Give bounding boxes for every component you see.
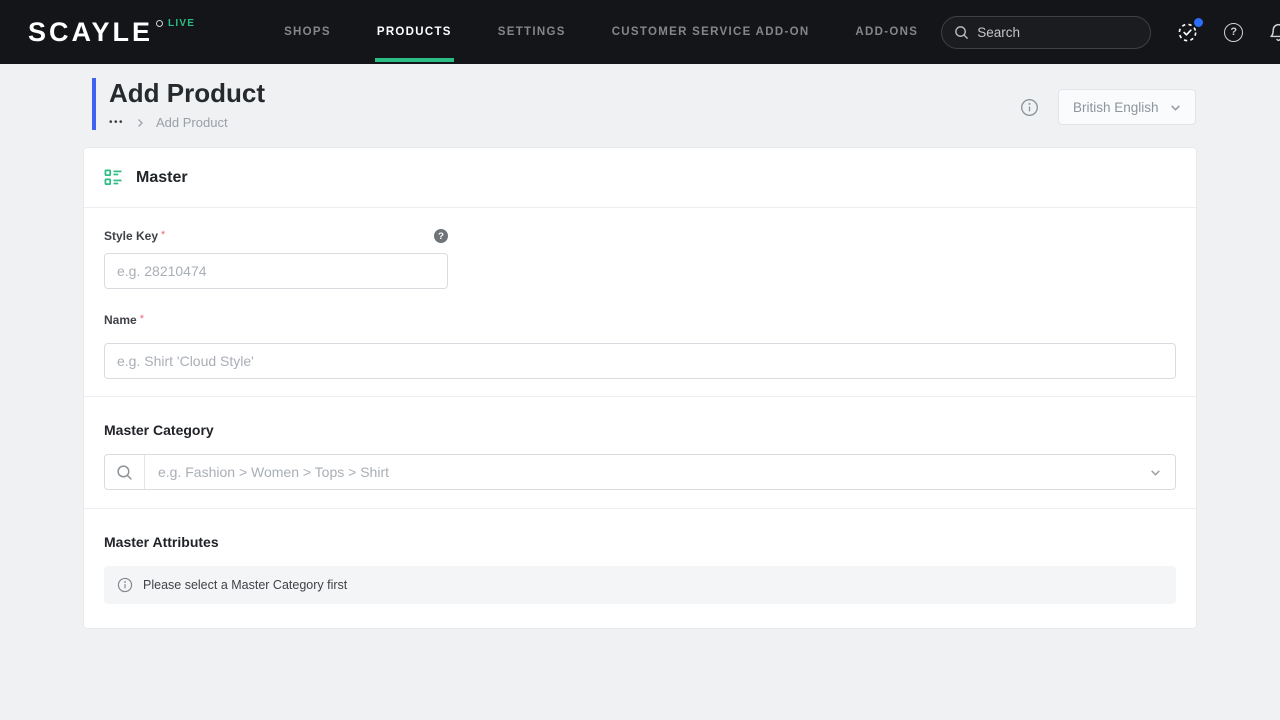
main-nav: SHOPS PRODUCTS SETTINGS CUSTOMER SERVICE…: [261, 0, 941, 64]
style-key-label: Style Key: [104, 229, 158, 243]
master-basic-section: Style Key* ? Name*: [84, 208, 1196, 397]
title-block: Add Product ••• Add Product: [92, 78, 265, 130]
header-right-tools: British English: [1020, 89, 1196, 125]
master-card-header: Master: [84, 148, 1196, 208]
chevron-down-icon[interactable]: [1149, 466, 1162, 479]
chevron-down-icon: [1169, 101, 1182, 114]
nav-item-customer-service-add-on[interactable]: CUSTOMER SERVICE ADD-ON: [589, 0, 833, 64]
main-content: Add Product ••• Add Product: [0, 64, 1280, 629]
category-search-icon: [105, 455, 145, 489]
master-section-icon: [104, 168, 123, 187]
master-category-label: Master Category: [104, 422, 1176, 438]
question-mark-icon: ?: [1224, 23, 1243, 42]
live-badge: LIVE: [168, 18, 195, 29]
nav-item-settings[interactable]: SETTINGS: [475, 0, 589, 64]
category-required-notice: Please select a Master Category first: [104, 566, 1176, 604]
style-key-field: Style Key* ?: [104, 227, 1176, 289]
language-selected-value: British English: [1073, 100, 1159, 115]
name-field: Name*: [104, 311, 1176, 379]
name-label: Name: [104, 313, 137, 327]
page-title: Add Product: [109, 78, 265, 108]
required-asterisk: *: [140, 313, 144, 325]
breadcrumb-current: Add Product: [156, 115, 228, 130]
notice-text: Please select a Master Category first: [143, 578, 347, 592]
nav-item-add-ons[interactable]: ADD-ONS: [832, 0, 941, 64]
logo-text: SCAYLE: [28, 15, 153, 49]
nav-item-products[interactable]: PRODUCTS: [354, 0, 475, 64]
scayle-logo[interactable]: SCAYLE LIVE: [28, 15, 195, 49]
master-category-section: Master Category: [84, 397, 1196, 509]
style-key-help-icon[interactable]: ?: [434, 229, 448, 243]
search-icon: [954, 25, 969, 40]
style-key-input[interactable]: [104, 253, 448, 289]
nav-item-shops[interactable]: SHOPS: [261, 0, 354, 64]
master-card: Master Style Key* ? Name* Master Ca: [83, 147, 1197, 629]
master-attributes-label: Master Attributes: [104, 534, 1176, 550]
task-status-button[interactable]: [1176, 21, 1199, 44]
master-card-title: Master: [136, 169, 188, 187]
name-input[interactable]: [104, 343, 1176, 379]
top-nav: SCAYLE LIVE SHOPS PRODUCTS SETTINGS CUST…: [0, 0, 1280, 64]
nav-right-tools: ? 1 SB: [941, 15, 1280, 49]
bell-icon: [1268, 22, 1280, 43]
breadcrumb: ••• Add Product: [109, 115, 265, 130]
global-search[interactable]: [941, 16, 1151, 49]
page-header: Add Product ••• Add Product: [0, 64, 1280, 130]
info-icon[interactable]: [1020, 98, 1039, 117]
master-attributes-section: Master Attributes Please select a Master…: [84, 509, 1196, 628]
language-selector[interactable]: British English: [1058, 89, 1196, 125]
notifications-button[interactable]: 1: [1268, 22, 1280, 43]
status-indicator-dot: [1194, 18, 1203, 27]
required-asterisk: *: [161, 229, 165, 241]
info-circle-icon: [117, 577, 133, 593]
chevron-right-icon: [135, 118, 145, 128]
master-category-select[interactable]: [104, 454, 1176, 490]
help-button[interactable]: ?: [1224, 23, 1243, 42]
breadcrumb-ellipsis-icon[interactable]: •••: [109, 116, 124, 130]
search-input[interactable]: [977, 25, 1138, 40]
logo-circle-icon: [156, 20, 163, 27]
master-category-input[interactable]: [145, 464, 1149, 480]
